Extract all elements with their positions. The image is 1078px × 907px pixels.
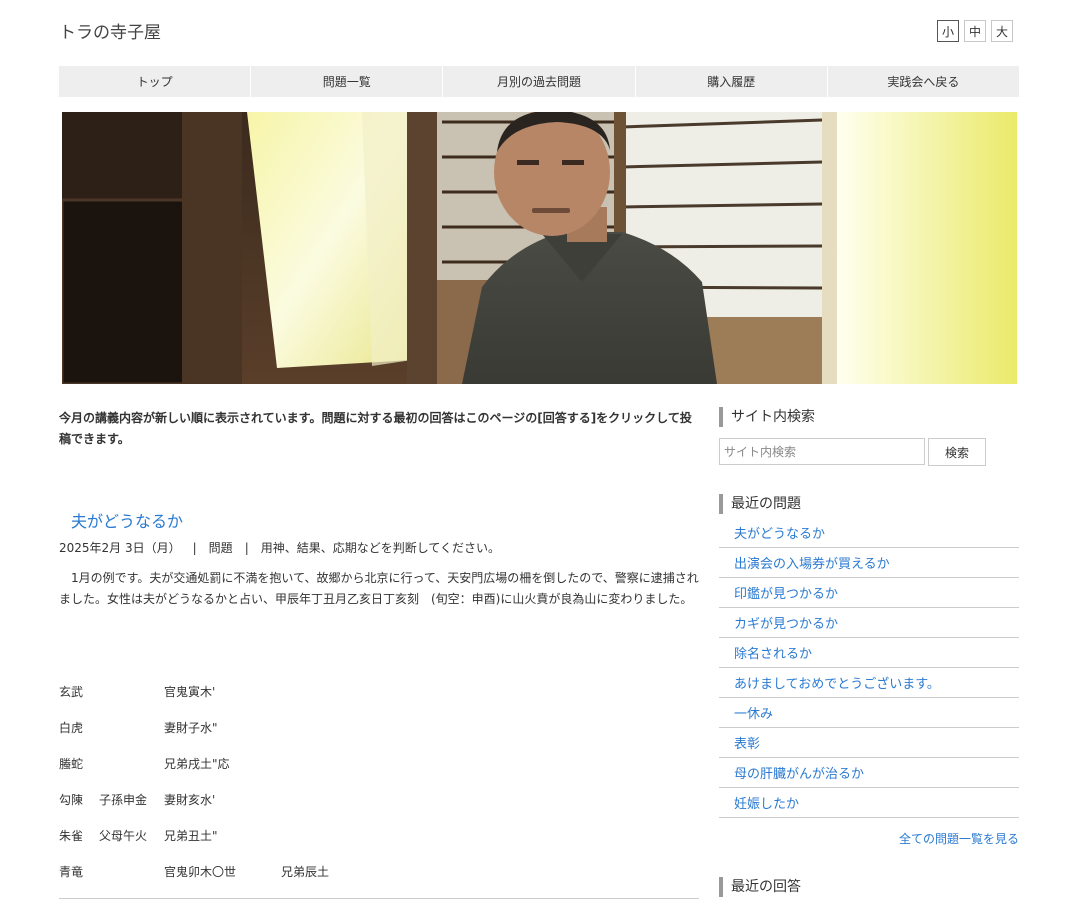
hexagram-row: 青竜 官鬼卯木〇世 兄弟辰土 [59, 863, 699, 899]
recent-problem-link[interactable]: 妊娠したか [719, 788, 1019, 818]
post-body: 1月の例です。夫が交通処罰に不満を抱いて、故郷から北京に行って、天安門広場の柵を… [59, 571, 699, 606]
site-title[interactable]: トラの寺子屋 [59, 18, 161, 43]
content-divider [59, 898, 699, 899]
hidden-line: 子孫申金 [99, 793, 148, 807]
font-size-switch: 小 中 大 [937, 20, 1013, 42]
font-size-medium-button[interactable]: 中 [964, 20, 986, 42]
font-size-small-button[interactable]: 小 [937, 20, 959, 42]
recent-problem-link[interactable]: 除名されるか [719, 638, 1019, 668]
hexagram-row: 玄武 官鬼寅木' [59, 683, 699, 719]
meta-separator: | [244, 541, 249, 555]
line-value: 官鬼卯木〇世 [164, 865, 237, 879]
recent-answers-heading: 最近の回答 [719, 877, 801, 897]
hero-image [62, 112, 1017, 384]
font-size-large-button[interactable]: 大 [991, 20, 1013, 42]
line-value: 官鬼寅木' [164, 685, 216, 699]
changed-line: 兄弟辰土 [281, 865, 330, 879]
post-date: 2025年2月 3日（月） [59, 541, 181, 555]
hexagram-row: 白虎 妻財子水" [59, 719, 699, 755]
six-god: 勾陳 [59, 793, 84, 807]
nav-item-problem-list[interactable]: 問題一覧 [251, 66, 444, 97]
search-button[interactable]: 検索 [928, 438, 986, 466]
site-search-input[interactable] [719, 438, 925, 465]
hexagram-row: 螣蛇 兄弟戌土"応 [59, 755, 699, 791]
recent-problem-link[interactable]: 表彰 [719, 728, 1019, 758]
six-god: 朱雀 [59, 829, 84, 843]
nav-item-back-to-practice[interactable]: 実践会へ戻る [828, 66, 1019, 97]
recent-problem-link[interactable]: 一休み [719, 698, 1019, 728]
post-title-link[interactable]: 夫がどうなるか [71, 508, 183, 532]
all-problems-link[interactable]: 全ての問題一覧を見る [899, 830, 1019, 847]
six-god: 白虎 [59, 721, 84, 735]
recent-problem-link[interactable]: 母の肝臓がんが治るか [719, 758, 1019, 788]
line-value: 兄弟戌土"応 [164, 757, 230, 771]
hexagram-row: 朱雀 父母午火 兄弟丑土" [59, 827, 699, 863]
recent-problems-heading: 最近の問題 [719, 494, 801, 514]
hidden-line: 父母午火 [99, 829, 148, 843]
post-tags: 用神、結果、応期などを判断してください。 [260, 541, 501, 555]
recent-problem-link[interactable]: カギが見つかるか [719, 608, 1019, 638]
nav-item-purchase-history[interactable]: 購入履歴 [636, 66, 828, 97]
recent-problem-link[interactable]: 夫がどうなるか [719, 518, 1019, 548]
post-category[interactable]: 問題 [209, 541, 233, 555]
recent-problem-link[interactable]: 印鑑が見つかるか [719, 578, 1019, 608]
meta-separator: | [192, 541, 197, 555]
six-god: 螣蛇 [59, 757, 84, 771]
recent-problem-link[interactable]: あけましておめでとうございます。 [719, 668, 1019, 698]
six-god: 玄武 [59, 685, 84, 699]
line-value: 兄弟丑土" [164, 829, 218, 843]
intro-text: 今月の講義内容が新しい順に表示されています。問題に対する最初の回答はこのページの… [59, 411, 692, 446]
line-value: 妻財子水" [164, 721, 218, 735]
line-value: 妻財亥水' [164, 793, 216, 807]
recent-problems-list: 夫がどうなるか 出演会の入場券が買えるか 印鑑が見つかるか カギが見つかるか 除… [719, 518, 1019, 818]
six-god: 青竜 [59, 865, 84, 879]
main-nav: トップ 問題一覧 月別の過去問題 購入履歴 実践会へ戻る [59, 66, 1019, 97]
recent-problem-link[interactable]: 出演会の入場券が買えるか [719, 548, 1019, 578]
hexagram-row: 勾陳 子孫申金 妻財亥水' [59, 791, 699, 827]
hexagram-table: 玄武 官鬼寅木' 白虎 妻財子水" 螣蛇 兄弟戌土"応 勾陳 子孫申金 妻財亥水… [59, 683, 699, 899]
nav-item-monthly-archive[interactable]: 月別の過去問題 [443, 66, 636, 97]
post-meta: 2025年2月 3日（月） | 問題 | 用神、結果、応期などを判断してください。 [59, 539, 500, 556]
search-heading: サイト内検索 [719, 407, 815, 427]
nav-item-top[interactable]: トップ [59, 66, 252, 97]
